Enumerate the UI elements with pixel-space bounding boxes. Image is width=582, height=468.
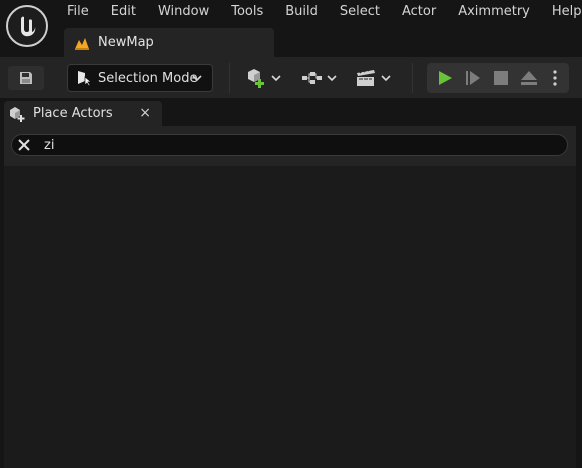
play-controls bbox=[427, 63, 569, 93]
blueprint-icon bbox=[302, 72, 322, 84]
document-tab-label: NewMap bbox=[98, 35, 154, 50]
menu-window[interactable]: Window bbox=[147, 4, 220, 20]
save-icon bbox=[20, 72, 32, 84]
menu-actor[interactable]: Actor bbox=[391, 4, 447, 20]
selection-mode-label: Selection Mode bbox=[98, 70, 198, 86]
menu-build[interactable]: Build bbox=[274, 4, 329, 20]
add-actor-icon bbox=[248, 69, 264, 88]
chevron-down-icon bbox=[271, 75, 281, 82]
document-tab-newmap[interactable]: NewMap bbox=[64, 28, 274, 57]
close-icon[interactable]: × bbox=[139, 106, 151, 120]
add-actor-button[interactable] bbox=[242, 66, 284, 90]
stop-icon bbox=[494, 71, 508, 85]
save-button[interactable] bbox=[8, 66, 44, 90]
selection-mode-dropdown[interactable]: Selection Mode bbox=[67, 64, 213, 92]
more-options-button[interactable] bbox=[545, 68, 565, 88]
menu-aximmetry[interactable]: Aximmetry bbox=[447, 4, 541, 20]
tab-place-actors[interactable]: Place Actors × bbox=[4, 101, 162, 126]
play-icon bbox=[439, 71, 452, 85]
menu-file[interactable]: File bbox=[56, 4, 100, 20]
menu-edit[interactable]: Edit bbox=[100, 4, 147, 20]
toolbar-separator bbox=[229, 63, 230, 93]
blueprint-button[interactable] bbox=[298, 66, 340, 90]
advance-frame-button[interactable] bbox=[461, 68, 485, 88]
place-actors-panel bbox=[4, 126, 576, 468]
menu-tools[interactable]: Tools bbox=[220, 4, 274, 20]
unreal-logo-icon[interactable] bbox=[6, 5, 48, 47]
chevron-down-icon bbox=[192, 75, 202, 82]
search-box bbox=[11, 134, 568, 156]
clapperboard-icon bbox=[357, 69, 375, 86]
advance-frame-icon bbox=[466, 71, 480, 85]
search-bar bbox=[4, 126, 576, 166]
window-edge bbox=[578, 100, 582, 468]
main-menu: File Edit Window Tools Build Select Acto… bbox=[56, 4, 582, 20]
main-toolbar: Selection Mode bbox=[0, 57, 582, 98]
play-button[interactable] bbox=[433, 68, 457, 88]
panel-title: Place Actors bbox=[33, 106, 113, 121]
more-options-icon bbox=[553, 70, 557, 86]
level-icon bbox=[75, 37, 89, 50]
toolbar-separator bbox=[412, 63, 413, 93]
clear-search-icon[interactable] bbox=[16, 137, 32, 153]
eject-button[interactable] bbox=[517, 68, 541, 88]
cinematics-button[interactable] bbox=[352, 66, 394, 90]
place-actors-icon bbox=[10, 106, 25, 122]
menu-select[interactable]: Select bbox=[329, 4, 391, 20]
eject-icon bbox=[521, 71, 537, 85]
chevron-down-icon bbox=[327, 75, 337, 82]
chevron-down-icon bbox=[381, 75, 391, 82]
title-bar: File Edit Window Tools Build Select Acto… bbox=[0, 0, 582, 57]
search-input[interactable] bbox=[44, 136, 544, 154]
cursor-select-icon bbox=[78, 71, 92, 86]
menu-help[interactable]: Help bbox=[541, 4, 582, 20]
stop-button[interactable] bbox=[489, 68, 513, 88]
